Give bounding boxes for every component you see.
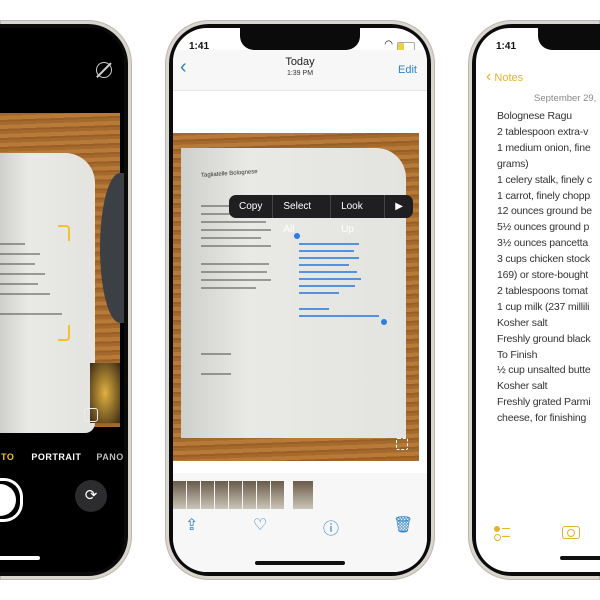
note-line: Bolognese Ragu	[497, 110, 572, 122]
note-line: 2 tablespoon extra-v	[497, 125, 589, 138]
note-line: 12 ounces ground be	[497, 205, 592, 218]
home-indicator	[560, 556, 600, 560]
phone-camera: TO PORTRAIT PANO ⟳	[0, 20, 132, 580]
notes-back-label: Notes	[494, 72, 524, 84]
mode-portrait[interactable]: PORTRAIT	[31, 452, 81, 462]
home-indicator	[0, 556, 40, 560]
live-text-icon[interactable]	[84, 408, 98, 422]
note-line: grams)	[497, 157, 529, 170]
note-line: 1 cup milk (237 millili	[497, 300, 590, 313]
live-text-icon[interactable]	[396, 438, 408, 450]
share-icon[interactable]: ⇪	[185, 515, 198, 535]
context-menu: Copy Select All Look Up ▶	[229, 195, 413, 235]
note-line: 1 medium onion, fine	[497, 141, 591, 154]
heart-icon[interactable]: ♡	[253, 515, 267, 535]
phone-notes: 1:41 ‹ Notes September 29, Bolognese Rag…	[468, 20, 600, 580]
thumbnail-strip[interactable]	[173, 481, 313, 509]
flip-camera-icon[interactable]: ⟳	[75, 480, 107, 512]
header-subtitle: 1:39 PM	[286, 70, 314, 77]
phone-photos: 1:41 ◠ ‹ Today 1:39 PM Edit Tagliatelle …	[165, 20, 435, 580]
selection-handle-end[interactable]	[381, 319, 387, 325]
header-bar: ‹ Today 1:39 PM Edit	[173, 50, 427, 91]
checklist-icon[interactable]	[494, 526, 512, 541]
note-date: September 29,	[534, 93, 597, 104]
note-line: 5½ ounces ground p	[497, 221, 590, 234]
bowl	[100, 173, 124, 323]
note-line: Freshly grated Parmi	[497, 396, 591, 409]
copy-button[interactable]: Copy	[229, 195, 274, 218]
play-arrow-icon[interactable]: ▶	[385, 195, 413, 218]
note-line: 2 tablespoons tomat	[497, 284, 588, 297]
thumbnail[interactable]	[173, 481, 186, 509]
home-indicator	[255, 561, 345, 565]
camera-mode-selector[interactable]: TO PORTRAIT PANO	[1, 452, 124, 462]
note-line: 169) or store-bought	[497, 269, 589, 281]
scan-bracket-bottom	[58, 325, 70, 341]
camera-viewfinder	[0, 113, 124, 433]
photo-view: Tagliatelle Bolognese	[173, 133, 419, 461]
live-photo-off-icon[interactable]	[96, 62, 112, 78]
notes-back-button[interactable]: ‹ Notes	[486, 68, 523, 86]
selection-handle-start[interactable]	[294, 233, 300, 239]
shutter-button[interactable]	[0, 478, 23, 522]
note-line: Kosher salt	[497, 316, 548, 329]
photos-screen: 1:41 ◠ ‹ Today 1:39 PM Edit Tagliatelle …	[173, 28, 427, 572]
info-icon[interactable]: ⓘ	[323, 515, 339, 539]
note-line: Kosher salt	[497, 380, 548, 393]
mode-pano[interactable]: PANO	[96, 452, 123, 462]
chevron-left-icon: ‹	[486, 68, 492, 85]
thumbnail[interactable]	[229, 481, 242, 509]
note-line: 3 cups chicken stock	[497, 253, 590, 266]
thumbnail[interactable]	[215, 481, 228, 509]
trash-icon[interactable]: 🗑	[393, 515, 413, 535]
scan-bracket-top	[58, 225, 70, 241]
camera-screen: TO PORTRAIT PANO ⟳	[0, 28, 124, 572]
note-line: To Finish	[497, 348, 538, 361]
edit-button[interactable]: Edit	[398, 64, 417, 76]
note-line: 1 celery stalk, finely c	[497, 173, 592, 186]
thumbnail-selected[interactable]	[293, 481, 313, 509]
select-all-button[interactable]: Select All	[273, 195, 332, 235]
note-line: 3½ ounces pancetta	[497, 237, 588, 250]
thumbnail[interactable]	[187, 481, 200, 509]
mode-photo[interactable]: TO	[1, 452, 14, 462]
note-line: 1 carrot, finely chopp	[497, 189, 591, 202]
note-line: Freshly ground black	[497, 332, 591, 345]
look-up-button[interactable]: Look Up	[331, 195, 386, 235]
thumbnail[interactable]	[201, 481, 214, 509]
header-title: Today	[285, 56, 315, 68]
book-page	[181, 148, 406, 438]
note-line: ½ cup unsalted butte	[497, 364, 591, 377]
note-line: cheese, for finishing	[497, 412, 587, 425]
wifi-icon: ◠	[384, 39, 393, 50]
thumbnail[interactable]	[271, 481, 284, 509]
thumbnail[interactable]	[257, 481, 270, 509]
camera-icon[interactable]	[562, 526, 580, 539]
notch	[240, 28, 360, 50]
notch	[538, 28, 600, 50]
notes-screen: 1:41 ‹ Notes September 29, Bolognese Rag…	[476, 28, 600, 572]
thumbnail[interactable]	[243, 481, 256, 509]
status-time: 1:41	[496, 41, 517, 52]
